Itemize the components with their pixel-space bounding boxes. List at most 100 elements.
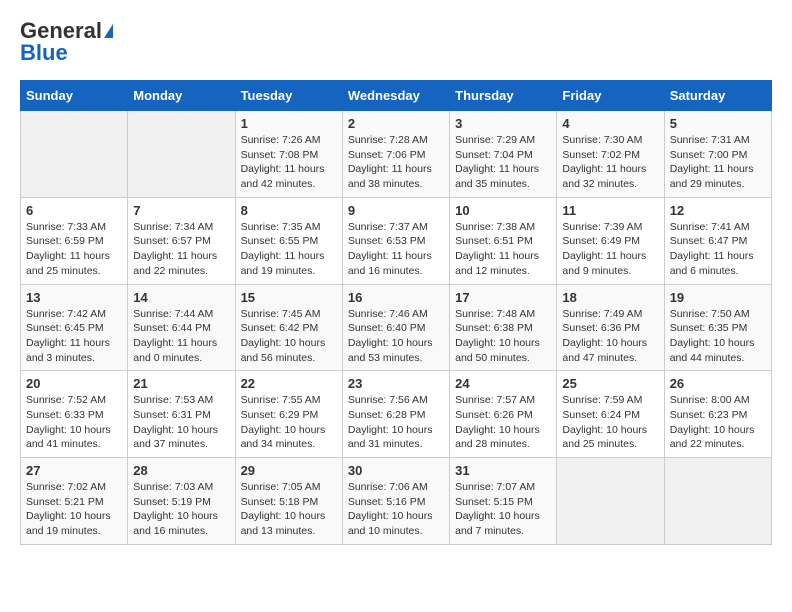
calendar-cell: 23 Sunrise: 7:56 AMSunset: 6:28 PMDayligh… [342, 371, 449, 458]
day-info: Sunrise: 7:39 AMSunset: 6:49 PMDaylight:… [562, 220, 658, 279]
calendar-cell: 18 Sunrise: 7:49 AMSunset: 6:36 PMDayligh… [557, 284, 664, 371]
day-info: Sunrise: 7:26 AMSunset: 7:08 PMDaylight:… [241, 133, 337, 192]
day-info: Sunrise: 7:30 AMSunset: 7:02 PMDaylight:… [562, 133, 658, 192]
day-number: 22 [241, 376, 337, 391]
day-info: Sunrise: 7:56 AMSunset: 6:28 PMDaylight:… [348, 393, 444, 452]
calendar-cell: 21 Sunrise: 7:53 AMSunset: 6:31 PMDayligh… [128, 371, 235, 458]
calendar-cell: 25 Sunrise: 7:59 AMSunset: 6:24 PMDayligh… [557, 371, 664, 458]
day-number: 6 [26, 203, 122, 218]
day-number: 28 [133, 463, 229, 478]
col-header-thursday: Thursday [450, 81, 557, 111]
day-info: Sunrise: 7:45 AMSunset: 6:42 PMDaylight:… [241, 307, 337, 366]
day-number: 5 [670, 116, 766, 131]
col-header-friday: Friday [557, 81, 664, 111]
day-number: 3 [455, 116, 551, 131]
logo: General Blue [20, 20, 113, 64]
page-header: General Blue [20, 20, 772, 64]
day-info: Sunrise: 7:44 AMSunset: 6:44 PMDaylight:… [133, 307, 229, 366]
day-number: 20 [26, 376, 122, 391]
calendar-cell [128, 111, 235, 198]
day-number: 15 [241, 290, 337, 305]
day-number: 9 [348, 203, 444, 218]
day-info: Sunrise: 7:29 AMSunset: 7:04 PMDaylight:… [455, 133, 551, 192]
day-number: 29 [241, 463, 337, 478]
day-info: Sunrise: 7:38 AMSunset: 6:51 PMDaylight:… [455, 220, 551, 279]
calendar-week-row: 27Sunrise: 7:02 AMSunset: 5:21 PMDayligh… [21, 458, 772, 545]
day-info: Sunrise: 7:34 AMSunset: 6:57 PMDaylight:… [133, 220, 229, 279]
day-number: 17 [455, 290, 551, 305]
day-number: 10 [455, 203, 551, 218]
calendar-cell: 24 Sunrise: 7:57 AMSunset: 6:26 PMDayligh… [450, 371, 557, 458]
calendar-cell: 6 Sunrise: 7:33 AMSunset: 6:59 PMDaylight… [21, 197, 128, 284]
col-header-tuesday: Tuesday [235, 81, 342, 111]
day-info: Sunrise: 7:35 AMSunset: 6:55 PMDaylight:… [241, 220, 337, 279]
calendar-week-row: 1 Sunrise: 7:26 AMSunset: 7:08 PMDaylight… [21, 111, 772, 198]
calendar-cell: 8 Sunrise: 7:35 AMSunset: 6:55 PMDaylight… [235, 197, 342, 284]
day-info: Sunrise: 7:53 AMSunset: 6:31 PMDaylight:… [133, 393, 229, 452]
calendar-cell: 30 Sunrise: 7:06 AMSunset: 5:16 PMDayligh… [342, 458, 449, 545]
day-number: 2 [348, 116, 444, 131]
day-number: 30 [348, 463, 444, 478]
day-number: 8 [241, 203, 337, 218]
day-number: 25 [562, 376, 658, 391]
calendar-week-row: 6 Sunrise: 7:33 AMSunset: 6:59 PMDaylight… [21, 197, 772, 284]
day-number: 31 [455, 463, 551, 478]
day-info: Sunrise: 7:57 AMSunset: 6:26 PMDaylight:… [455, 393, 551, 452]
day-number: 18 [562, 290, 658, 305]
calendar-header-row: SundayMondayTuesdayWednesdayThursdayFrid… [21, 81, 772, 111]
day-info: Sunrise: 7:06 AMSunset: 5:16 PMDaylight:… [348, 480, 444, 539]
logo-general-text: General [20, 20, 102, 42]
calendar-cell: 7 Sunrise: 7:34 AMSunset: 6:57 PMDaylight… [128, 197, 235, 284]
calendar-cell: 15 Sunrise: 7:45 AMSunset: 6:42 PMDayligh… [235, 284, 342, 371]
day-number: 14 [133, 290, 229, 305]
day-info: Sunrise: 7:49 AMSunset: 6:36 PMDaylight:… [562, 307, 658, 366]
day-info: Sunrise: 7:52 AMSunset: 6:33 PMDaylight:… [26, 393, 122, 452]
logo-triangle-icon [104, 24, 113, 38]
calendar-cell: 11 Sunrise: 7:39 AMSunset: 6:49 PMDayligh… [557, 197, 664, 284]
calendar-cell: 20 Sunrise: 7:52 AMSunset: 6:33 PMDayligh… [21, 371, 128, 458]
day-number: 11 [562, 203, 658, 218]
col-header-wednesday: Wednesday [342, 81, 449, 111]
calendar-cell: 17 Sunrise: 7:48 AMSunset: 6:38 PMDayligh… [450, 284, 557, 371]
calendar-cell [664, 458, 771, 545]
day-number: 7 [133, 203, 229, 218]
col-header-saturday: Saturday [664, 81, 771, 111]
day-info: Sunrise: 7:07 AMSunset: 5:15 PMDaylight:… [455, 480, 551, 539]
day-info: Sunrise: 7:41 AMSunset: 6:47 PMDaylight:… [670, 220, 766, 279]
calendar-cell: 2Sunrise: 7:28 AMSunset: 7:06 PMDaylight… [342, 111, 449, 198]
day-number: 23 [348, 376, 444, 391]
logo-blue-text: Blue [20, 42, 68, 64]
day-info: Sunrise: 7:46 AMSunset: 6:40 PMDaylight:… [348, 307, 444, 366]
calendar-table: SundayMondayTuesdayWednesdayThursdayFrid… [20, 80, 772, 545]
calendar-cell: 10 Sunrise: 7:38 AMSunset: 6:51 PMDayligh… [450, 197, 557, 284]
calendar-cell: 27Sunrise: 7:02 AMSunset: 5:21 PMDayligh… [21, 458, 128, 545]
calendar-cell: 3 Sunrise: 7:29 AMSunset: 7:04 PMDaylight… [450, 111, 557, 198]
day-number: 13 [26, 290, 122, 305]
day-number: 12 [670, 203, 766, 218]
col-header-monday: Monday [128, 81, 235, 111]
day-info: Sunrise: 7:42 AMSunset: 6:45 PMDaylight:… [26, 307, 122, 366]
day-number: 24 [455, 376, 551, 391]
calendar-cell: 14 Sunrise: 7:44 AMSunset: 6:44 PMDayligh… [128, 284, 235, 371]
day-info: Sunrise: 7:33 AMSunset: 6:59 PMDaylight:… [26, 220, 122, 279]
col-header-sunday: Sunday [21, 81, 128, 111]
day-info: Sunrise: 7:31 AMSunset: 7:00 PMDaylight:… [670, 133, 766, 192]
calendar-cell: 28 Sunrise: 7:03 AMSunset: 5:19 PMDayligh… [128, 458, 235, 545]
day-number: 21 [133, 376, 229, 391]
calendar-cell: 16Sunrise: 7:46 AMSunset: 6:40 PMDayligh… [342, 284, 449, 371]
day-number: 19 [670, 290, 766, 305]
calendar-week-row: 20 Sunrise: 7:52 AMSunset: 6:33 PMDayligh… [21, 371, 772, 458]
day-info: Sunrise: 7:03 AMSunset: 5:19 PMDaylight:… [133, 480, 229, 539]
calendar-cell: 1 Sunrise: 7:26 AMSunset: 7:08 PMDaylight… [235, 111, 342, 198]
day-number: 1 [241, 116, 337, 131]
calendar-cell: 13 Sunrise: 7:42 AMSunset: 6:45 PMDayligh… [21, 284, 128, 371]
calendar-cell: 9Sunrise: 7:37 AMSunset: 6:53 PMDaylight… [342, 197, 449, 284]
day-info: Sunrise: 8:00 AMSunset: 6:23 PMDaylight:… [670, 393, 766, 452]
day-info: Sunrise: 7:59 AMSunset: 6:24 PMDaylight:… [562, 393, 658, 452]
calendar-cell [21, 111, 128, 198]
calendar-cell: 5 Sunrise: 7:31 AMSunset: 7:00 PMDaylight… [664, 111, 771, 198]
day-number: 26 [670, 376, 766, 391]
calendar-cell: 31 Sunrise: 7:07 AMSunset: 5:15 PMDayligh… [450, 458, 557, 545]
calendar-cell: 4Sunrise: 7:30 AMSunset: 7:02 PMDaylight… [557, 111, 664, 198]
day-info: Sunrise: 7:48 AMSunset: 6:38 PMDaylight:… [455, 307, 551, 366]
